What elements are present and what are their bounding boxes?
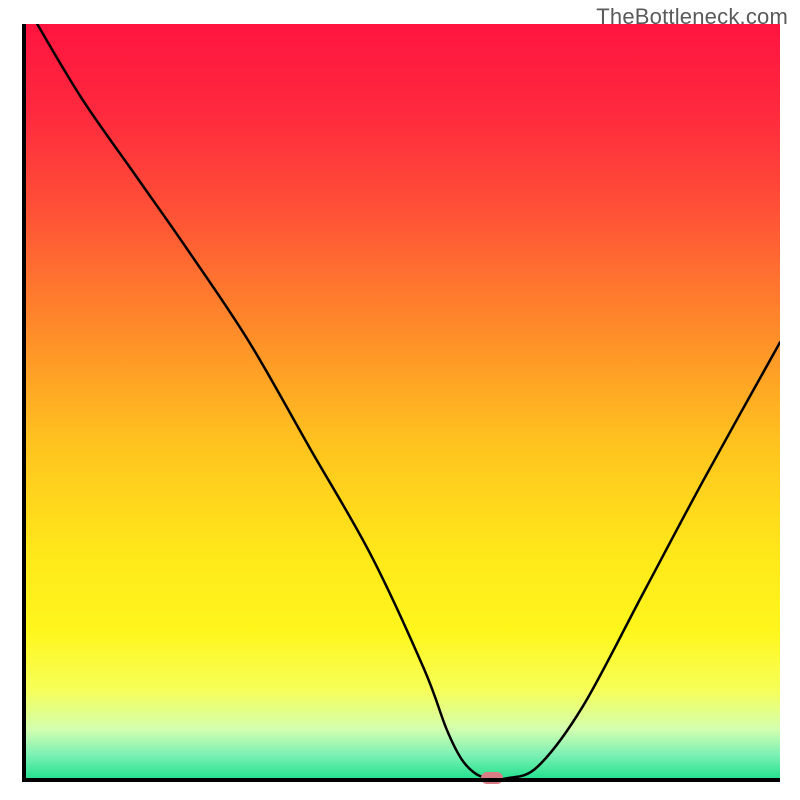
chart-container: TheBottleneck.com: [0, 0, 800, 800]
bottleneck-curve: [22, 24, 780, 782]
plot-area: [22, 24, 780, 782]
optimal-marker: [481, 772, 503, 784]
